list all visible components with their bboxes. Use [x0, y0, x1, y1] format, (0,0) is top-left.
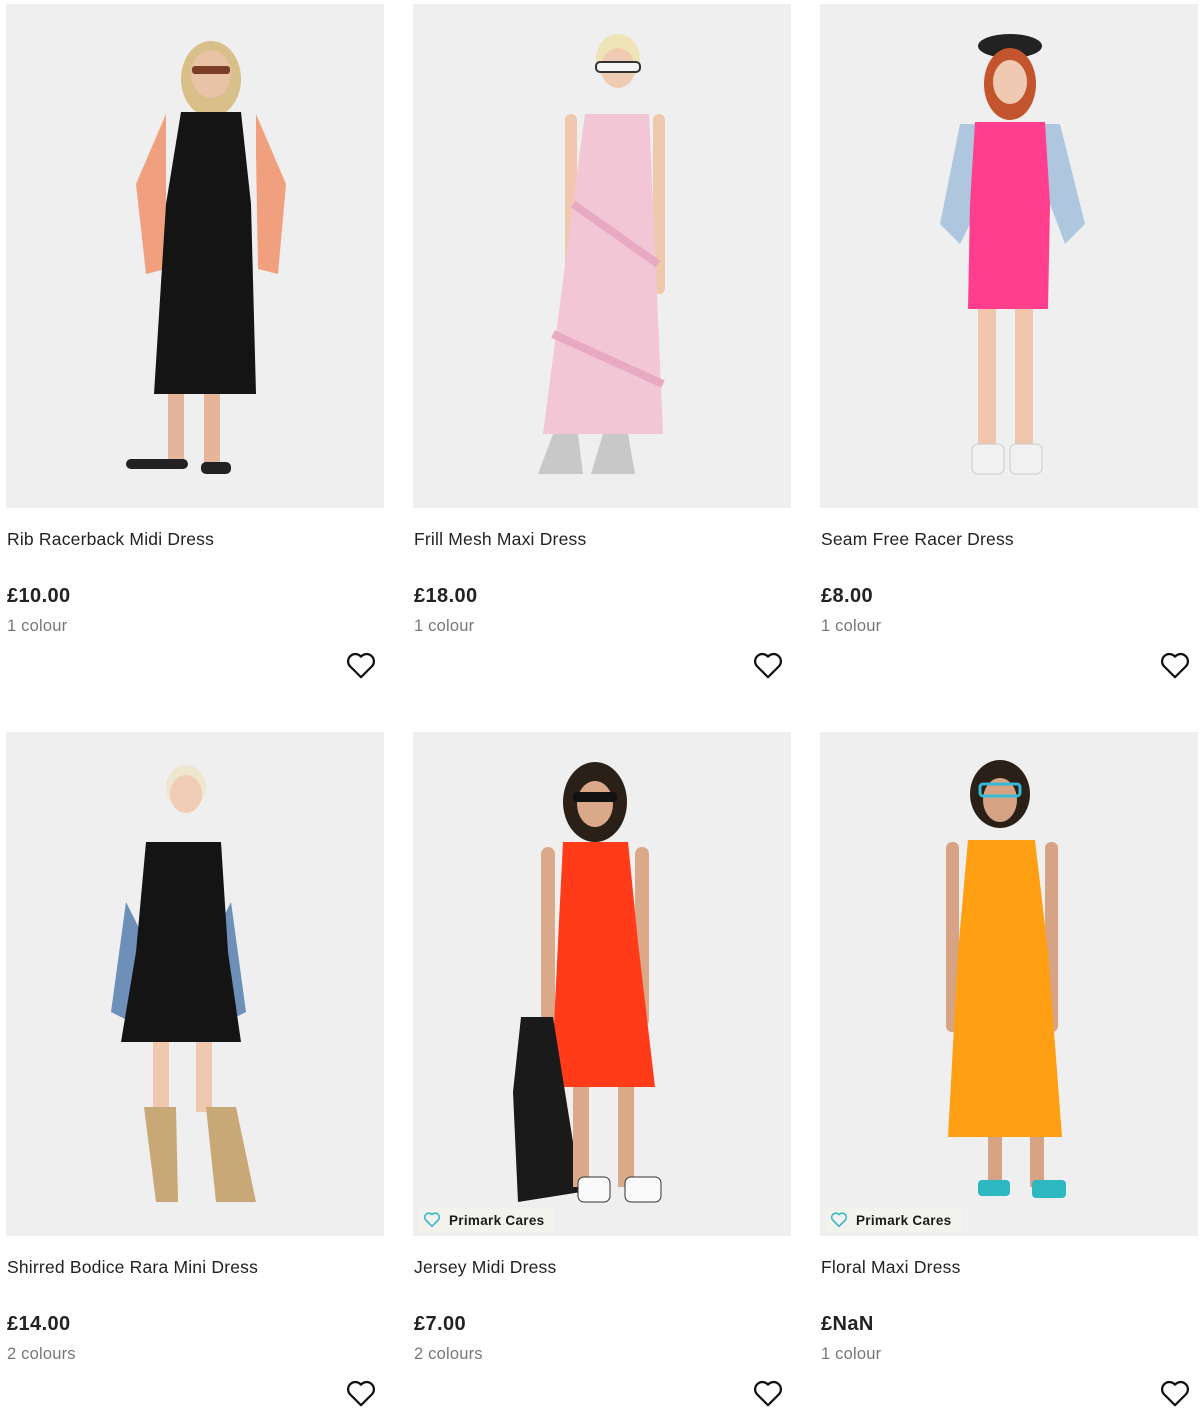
product-title[interactable]: Jersey Midi Dress — [414, 1257, 556, 1278]
wishlist-button[interactable] — [344, 649, 378, 683]
wishlist-button[interactable] — [1158, 649, 1192, 683]
heart-icon — [423, 1212, 441, 1228]
heart-outline-icon — [1161, 652, 1189, 679]
product-price: £18.00 — [414, 585, 478, 607]
model-photo — [513, 762, 662, 1203]
product-title[interactable]: Rib Racerback Midi Dress — [7, 529, 214, 550]
product-colours: 2 colours — [7, 1345, 76, 1363]
heart-outline-icon — [347, 1380, 375, 1407]
product-price: £7.00 — [414, 1313, 467, 1335]
heart-outline-icon — [754, 652, 782, 679]
heart-outline-icon — [754, 1380, 782, 1407]
model-photo — [946, 760, 1066, 1198]
heart-outline-icon — [347, 652, 375, 679]
product-title[interactable]: Shirred Bodice Rara Mini Dress — [7, 1257, 258, 1278]
heart-icon — [830, 1212, 848, 1228]
wishlist-button[interactable] — [344, 1377, 378, 1411]
product-image[interactable] — [6, 4, 384, 508]
model-photo — [940, 34, 1085, 475]
primark-cares-badge: Primark Cares — [826, 1208, 962, 1232]
wishlist-button[interactable] — [751, 649, 785, 683]
product-title[interactable]: Frill Mesh Maxi Dress — [414, 529, 586, 550]
product-image[interactable]: Primark Cares — [413, 732, 791, 1236]
heart-outline-icon — [1161, 1380, 1189, 1407]
badge-label: Primark Cares — [856, 1212, 952, 1228]
product-colours: 2 colours — [414, 1345, 483, 1363]
model-photo — [111, 765, 256, 1202]
product-colours: 1 colour — [821, 1345, 882, 1363]
product-colours: 1 colour — [414, 617, 475, 635]
product-colours: 1 colour — [821, 617, 882, 635]
product-image[interactable] — [6, 732, 384, 1236]
product-image[interactable] — [820, 4, 1198, 508]
product-title[interactable]: Floral Maxi Dress — [821, 1257, 961, 1278]
wishlist-button[interactable] — [1158, 1377, 1192, 1411]
product-price: £14.00 — [7, 1313, 71, 1335]
model-photo — [538, 34, 665, 474]
product-image[interactable] — [413, 4, 791, 508]
product-price: £8.00 — [821, 585, 874, 607]
product-image[interactable]: Primark Cares — [820, 732, 1198, 1236]
model-photo — [126, 41, 286, 474]
wishlist-button[interactable] — [751, 1377, 785, 1411]
product-price: £10.00 — [7, 585, 71, 607]
product-title[interactable]: Seam Free Racer Dress — [821, 529, 1014, 550]
product-colours: 1 colour — [7, 617, 68, 635]
badge-label: Primark Cares — [449, 1212, 545, 1228]
product-price: £NaN — [821, 1313, 874, 1335]
primark-cares-badge: Primark Cares — [419, 1208, 555, 1232]
